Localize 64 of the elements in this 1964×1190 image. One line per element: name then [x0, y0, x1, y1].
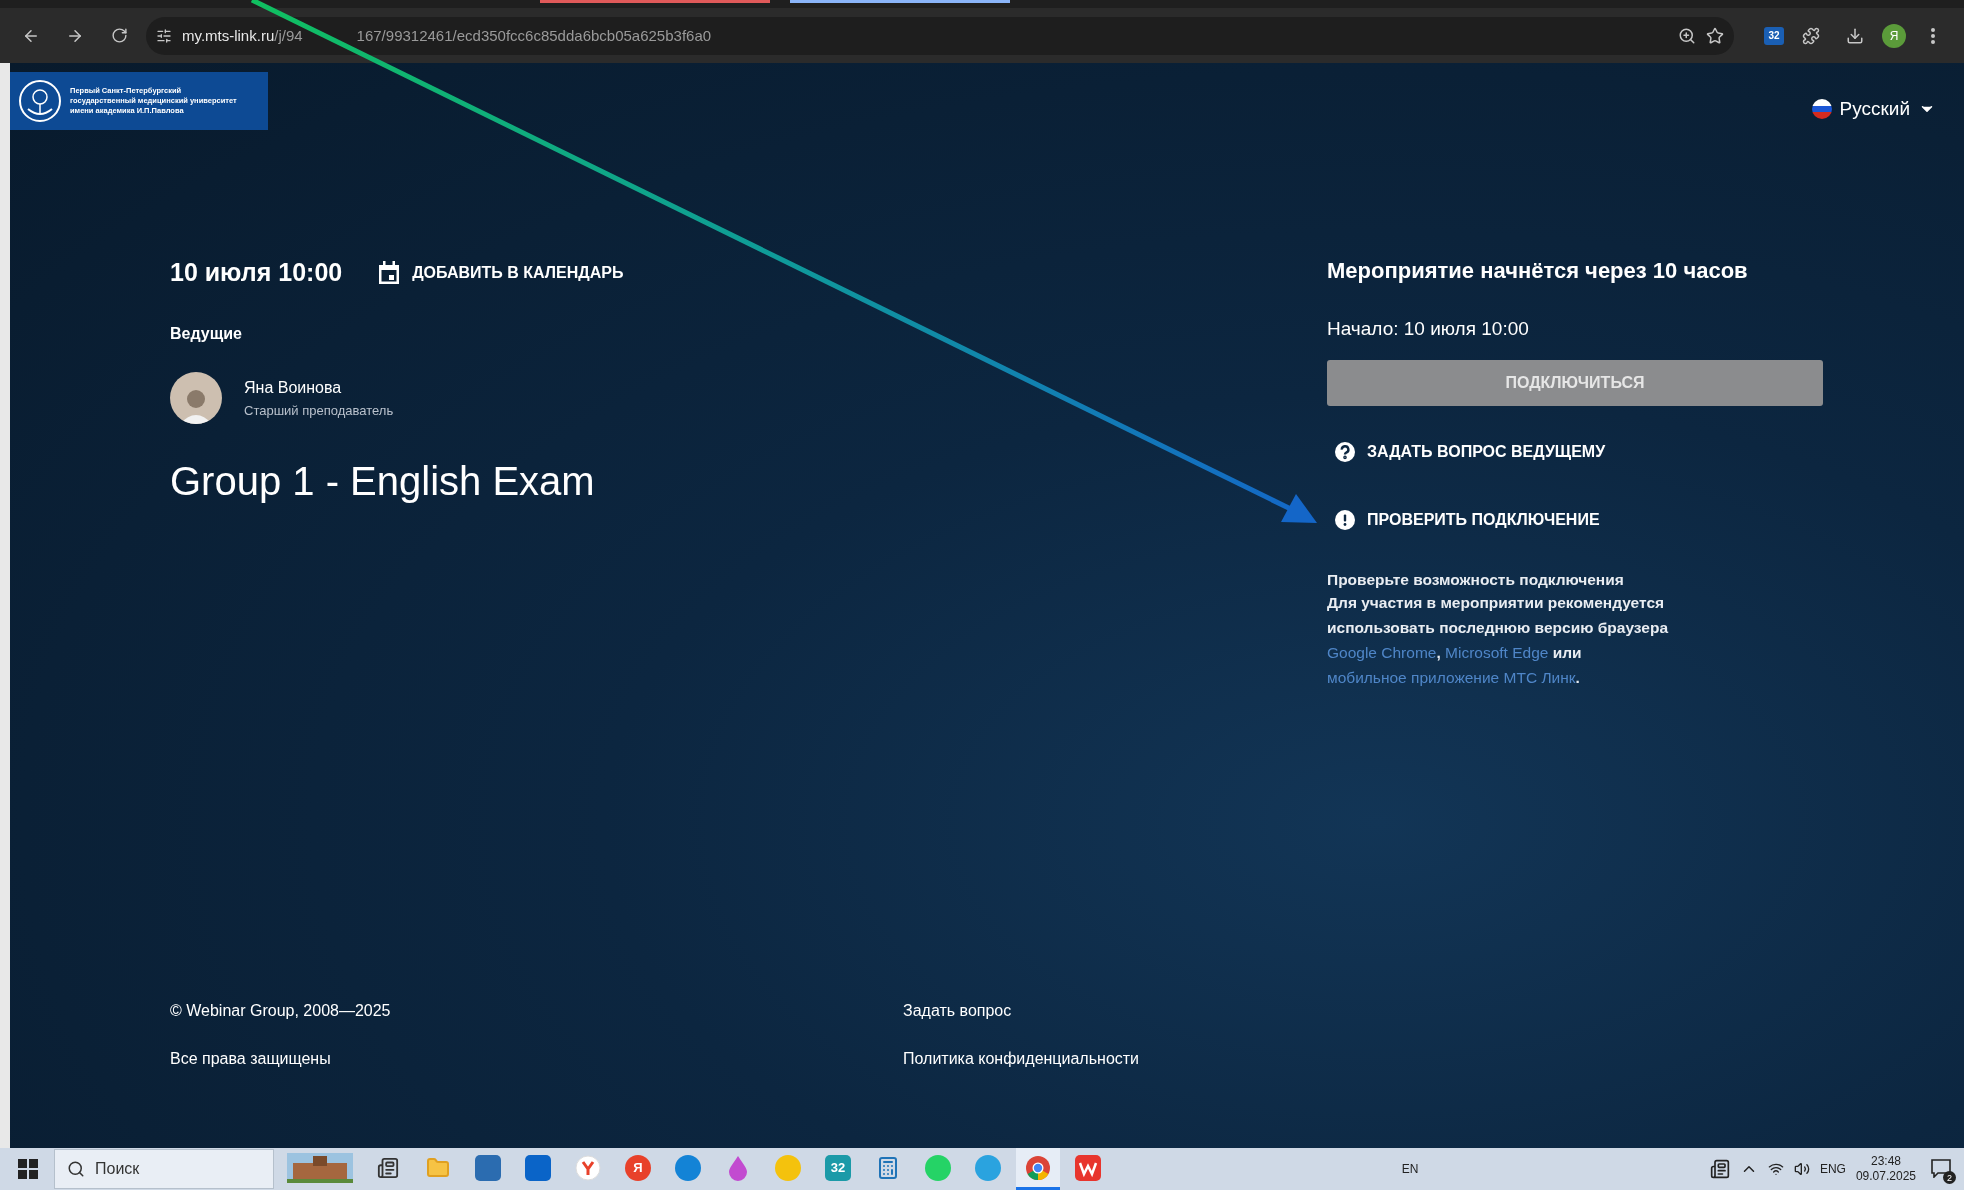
- app-icon: [575, 1154, 601, 1181]
- notice-title: Проверьте возможность подключения: [1327, 570, 1625, 590]
- app-icon: [675, 1154, 701, 1181]
- app-icon: [775, 1154, 801, 1181]
- browser-link[interactable]: Google Chrome: [1327, 644, 1437, 661]
- input-indicator: EN: [1401, 1162, 1419, 1176]
- taskbar-app-button[interactable]: [1016, 1148, 1060, 1190]
- building-thumbnail-icon: [287, 1152, 353, 1183]
- event-date: 10 июля 10:00: [170, 258, 343, 287]
- bookmark-star-icon[interactable]: [1706, 26, 1724, 45]
- puzzle-icon: [1802, 26, 1820, 45]
- menu-icon: [1931, 27, 1935, 44]
- help-icon: [1335, 442, 1355, 462]
- drop-icon: [727, 1154, 749, 1181]
- avatar: [170, 372, 222, 424]
- notice-text: Для участия в мероприятии рекомендуется использовать последнюю версию браузера Google Chrome, Microsoft Edge или мобильное приложение МТС Линк.: [1327, 593, 1670, 688]
- footer-link[interactable]: Задать вопрос: [903, 1002, 1804, 1020]
- extension-button[interactable]: 32: [1764, 26, 1784, 45]
- notifications-button[interactable]: 2: [1926, 1154, 1956, 1184]
- taskbar-app-button[interactable]: Я: [616, 1148, 660, 1190]
- clock[interactable]: 23:48 09.07.2025: [1855, 1154, 1916, 1184]
- browser-link[interactable]: Microsoft Edge: [1445, 644, 1549, 661]
- app-icon: [1075, 1154, 1101, 1181]
- volume-icon[interactable]: [1793, 1161, 1810, 1177]
- search-icon: [67, 1160, 85, 1178]
- app-icon: 32: [825, 1154, 851, 1181]
- reload-icon: [110, 27, 128, 44]
- app-icon: [475, 1154, 501, 1181]
- language-indicator[interactable]: ENG: [1819, 1162, 1846, 1176]
- app-icon: [525, 1154, 551, 1181]
- download-icon: [1846, 26, 1864, 45]
- check-connection-button[interactable]: ПРОВЕРИТЬ ПОДКЛЮЧЕНИЕ: [1327, 510, 1823, 530]
- url-text: 167/99312461/ecd350fcc6c85dda6bcb05a625b3f6a0: [356, 27, 713, 44]
- folder-icon: [426, 1155, 450, 1180]
- warning-icon: [1335, 510, 1355, 530]
- event-title: Group 1 - English Exam: [170, 459, 596, 504]
- app-icon: [925, 1154, 951, 1181]
- add-to-calendar-button[interactable]: ДОБАВИТЬ В КАЛЕНДАРЬ: [378, 260, 624, 285]
- russia-flag-icon: [1811, 99, 1832, 119]
- ask-host-button[interactable]: ЗАДАТЬ ВОПРОС ВЕДУЩЕМУ: [1327, 442, 1823, 462]
- address-bar[interactable]: my.mts-link.ru/j/94 167/99312461/ecd350fcc6c85dda6bcb05a625b3f6a0: [146, 16, 1734, 55]
- browser-link[interactable]: мобильное приложение МТС Линк: [1327, 669, 1576, 686]
- host-role: Старший преподаватель: [244, 402, 394, 418]
- start-time: Начало: 10 июля 10:00: [1327, 318, 1530, 340]
- emblem-icon: [18, 79, 62, 123]
- host-name: Яна Воинова: [244, 378, 343, 397]
- site-settings-icon[interactable]: [156, 27, 172, 44]
- copyright-text: © Webinar Group, 2008—2025: [170, 1002, 392, 1020]
- url-text: my.mts-link.ru/j/94: [182, 27, 303, 44]
- windows-icon: [18, 1159, 38, 1179]
- footer-link[interactable]: Политика конфиденциальности: [903, 1050, 1804, 1068]
- chrome-icon: [1025, 1154, 1051, 1181]
- wifi-icon[interactable]: [1767, 1161, 1784, 1177]
- language-selector[interactable]: Русский: [1811, 98, 1936, 120]
- zoom-icon[interactable]: [1678, 26, 1696, 45]
- app-icon: [975, 1154, 1001, 1181]
- taskbar-search-field[interactable]: Поиск: [54, 1149, 274, 1189]
- app-icon: Я: [625, 1154, 651, 1181]
- countdown-heading: Мероприятие начнётся через 10 часов: [1327, 258, 1749, 284]
- calendar-icon: [378, 260, 401, 285]
- hosts-label: Ведущие: [170, 325, 243, 343]
- rights-text: Все права защищены: [170, 1050, 332, 1068]
- calculator-icon: [876, 1155, 900, 1180]
- news-icon[interactable]: [1709, 1159, 1730, 1179]
